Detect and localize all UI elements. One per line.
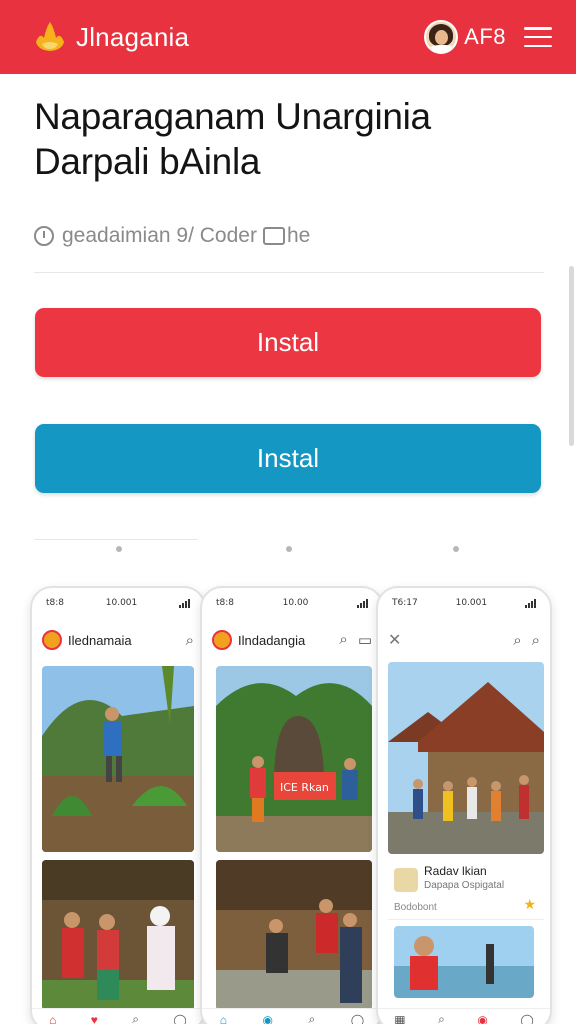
- header-actions: AF8: [424, 20, 552, 54]
- home-icon[interactable]: ⌂: [220, 1013, 227, 1024]
- search-icon[interactable]: ⌕: [309, 1012, 316, 1024]
- chat-icon[interactable]: ▭: [358, 631, 372, 649]
- search-icon[interactable]: ⌕: [513, 632, 521, 649]
- page-title-line-1: Naparaganam Unarginia: [34, 96, 431, 137]
- signal-icon: [525, 598, 536, 608]
- screenshot-phone-1[interactable]: t8:8 10.001 Ilednamaia ⌕ ⌂ ♥ ⌕ ◯: [30, 586, 206, 1024]
- photo-beach-child[interactable]: [394, 926, 534, 998]
- hamburger-menu-icon[interactable]: [524, 27, 552, 47]
- carousel-dot-2[interactable]: [286, 546, 292, 552]
- app-bar: Ilednamaia ⌕: [32, 618, 204, 662]
- signal-icon: [178, 598, 190, 608]
- brand-name[interactable]: Jlnagania: [76, 22, 189, 53]
- card-subtitle: Dapapa Ospigatal: [424, 880, 505, 891]
- app-bar: Ilndadangia ⌕ ▭: [202, 618, 382, 662]
- app-name: Ilednamaia: [68, 632, 132, 648]
- install-button-primary[interactable]: Instal: [35, 308, 541, 377]
- status-time: T6:17: [392, 598, 418, 608]
- app-bar: ✕ ⌕ ⌕: [378, 618, 550, 662]
- page-title: Naparaganam Unarginia Darpali bAinla: [34, 94, 534, 184]
- bottom-nav: ▦ ⌕ ◉ ◯: [378, 1008, 550, 1024]
- card-meta: Bodobont: [394, 902, 437, 913]
- bottom-nav: ⌂ ♥ ⌕ ◯: [32, 1008, 204, 1024]
- status-bar: t8:8 10.00: [202, 588, 382, 618]
- search-icon[interactable]: ⌕: [339, 631, 347, 649]
- search-icon[interactable]: ⌕: [186, 632, 194, 649]
- status-bar: T6:17 10.001: [378, 588, 550, 618]
- heart-icon[interactable]: ♥: [91, 1013, 98, 1024]
- profile-icon[interactable]: ◯: [520, 1013, 533, 1024]
- device-icon: [262, 227, 285, 245]
- scrollbar[interactable]: [569, 266, 574, 446]
- top-app-bar: Jlnagania AF8: [0, 0, 576, 74]
- status-clock: 10.001: [105, 598, 138, 608]
- app-name: Ilndadangia: [238, 632, 306, 648]
- search-icon[interactable]: ⌕: [438, 1012, 445, 1024]
- photo-monument[interactable]: ICE Rkan: [216, 666, 372, 852]
- place-card[interactable]: Radav lkian Dapapa Ospigatal Bodobont ★: [388, 858, 544, 920]
- avatar[interactable]: [424, 20, 459, 54]
- place-thumbnail-icon: [394, 868, 418, 892]
- photo-garden-planting[interactable]: [42, 666, 194, 852]
- divider: [34, 272, 544, 273]
- meta-text: geadaimian 9/ Coder: [62, 224, 257, 247]
- compass-icon[interactable]: ◉: [263, 1013, 273, 1024]
- search-icon[interactable]: ⌕: [132, 1012, 139, 1024]
- search-icon-secondary[interactable]: ⌕: [532, 632, 540, 649]
- status-clock: 10.00: [282, 598, 309, 608]
- carousel-dot-3[interactable]: [453, 546, 459, 552]
- page-title-line-2: Darpali bAinla: [34, 141, 261, 182]
- card-title: Radav lkian: [424, 864, 487, 878]
- banner-text: ICE Rkan: [280, 781, 329, 794]
- app-logo-icon: [42, 630, 62, 650]
- screenshot-phone-3[interactable]: T6:17 10.001 ✕ ⌕ ⌕ Radav lkian Dapapa Osp…: [376, 586, 552, 1024]
- screenshot-phone-2[interactable]: t8:8 10.00 Ilndadangia ⌕ ▭ ICE Rkan ⌂ ◉ …: [200, 586, 384, 1024]
- grid-icon[interactable]: ▦: [394, 1013, 405, 1024]
- meta-row: geadaimian 9/ Coder he: [34, 224, 310, 248]
- header-code-label: AF8: [464, 24, 506, 49]
- status-clock: 10.001: [455, 598, 488, 608]
- app-logo-icon: [212, 630, 232, 650]
- divider-short: [34, 539, 198, 540]
- photo-people-gathering[interactable]: [42, 860, 194, 1010]
- close-icon[interactable]: ✕: [388, 630, 401, 650]
- profile-icon[interactable]: ◯: [173, 1013, 186, 1024]
- photo-traditional-house[interactable]: [388, 662, 544, 854]
- carousel-dot-1[interactable]: [116, 546, 122, 552]
- photo-village-house[interactable]: [216, 860, 372, 1010]
- status-time: t8:8: [46, 598, 65, 608]
- profile-icon[interactable]: ◯: [351, 1013, 364, 1024]
- star-icon[interactable]: ★: [523, 896, 536, 913]
- status-time: t8:8: [216, 598, 235, 608]
- location-icon[interactable]: ◉: [477, 1013, 487, 1024]
- clock-icon: [34, 226, 54, 246]
- meta-suffix: he: [286, 224, 311, 247]
- home-icon[interactable]: ⌂: [49, 1013, 56, 1024]
- bottom-nav: ⌂ ◉ ⌕ ◯: [202, 1008, 382, 1024]
- flame-logo-icon[interactable]: [32, 20, 68, 54]
- status-bar: t8:8 10.001: [32, 588, 204, 618]
- install-button-secondary[interactable]: Instal: [35, 424, 541, 493]
- signal-icon: [357, 598, 368, 608]
